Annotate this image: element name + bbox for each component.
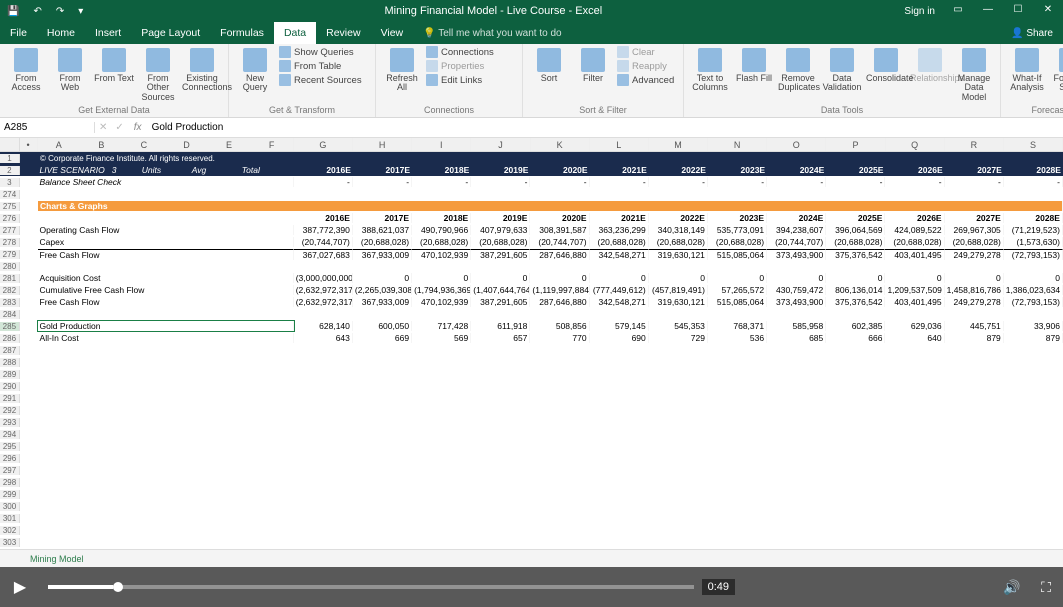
time-display: 0:49 [702,579,735,595]
group-label: Get External Data [6,105,222,117]
new-query-button[interactable]: New Query [235,46,275,93]
existing-conn-button[interactable]: Existing Connections [182,46,222,93]
properties-button[interactable]: Properties [426,60,516,72]
from-text-button[interactable]: From Text [94,46,134,83]
ribbon: From Access From Web From Text From Othe… [0,44,1063,118]
share-button[interactable]: 👤 Share [1001,28,1063,39]
tab-page-layout[interactable]: Page Layout [131,22,210,44]
minimize-icon[interactable]: — [973,0,1003,22]
group-connections: Refresh All Connections Properties Edit … [376,44,523,117]
group-data-tools: Text to Columns Flash Fill Remove Duplic… [684,44,1001,117]
enter-icon[interactable]: ✓ [111,122,127,133]
consolidate-button[interactable]: Consolidate [866,46,906,83]
name-box[interactable]: A285 [0,122,95,133]
recent-sources-button[interactable]: Recent Sources [279,74,369,86]
ribbon-opts-icon[interactable]: ▭ [943,0,973,22]
group-label: Connections [382,105,516,117]
whatif-button[interactable]: What-If Analysis [1007,46,1047,93]
formula-input[interactable]: Gold Production [148,122,228,133]
text-to-columns-button[interactable]: Text to Columns [690,46,730,93]
worksheet[interactable]: •ABCDEFGHIJKLMNOPQRS 1© Corporate Financ… [0,138,1063,548]
from-access-button[interactable]: From Access [6,46,46,93]
group-sort-filter: Sort Filter Clear Reapply Advanced Sort … [523,44,684,117]
maximize-icon[interactable]: ☐ [1003,0,1033,22]
filter-button[interactable]: Filter [573,46,613,83]
tab-review[interactable]: Review [316,22,370,44]
tab-formulas[interactable]: Formulas [210,22,274,44]
play-button[interactable]: ▶ [0,577,40,597]
signin-link[interactable]: Sign in [896,6,943,17]
group-label: Sort & Filter [529,105,677,117]
qat-more-icon[interactable]: ▾ [71,6,90,17]
relationships-button[interactable]: Relationships [910,46,950,83]
reapply-button[interactable]: Reapply [617,60,677,72]
undo-icon[interactable]: ↶ [26,6,48,17]
group-get-transform: New Query Show Queries From Table Recent… [229,44,376,117]
video-controls: ▶ 0:49 🔊 ⛶ [0,567,1063,607]
tab-file[interactable]: File [0,22,37,44]
from-other-button[interactable]: From Other Sources [138,46,178,102]
clear-button[interactable]: Clear [617,46,677,58]
save-icon[interactable]: 💾 [0,6,26,17]
data-validation-button[interactable]: Data Validation [822,46,862,93]
group-label: Forecast [1007,105,1063,117]
show-queries-button[interactable]: Show Queries [279,46,369,58]
cancel-icon[interactable]: ✕ [95,122,111,133]
from-web-button[interactable]: From Web [50,46,90,93]
group-forecast: What-If Analysis Forecast Sheet Forecast [1001,44,1063,117]
connections-button[interactable]: Connections [426,46,516,58]
progress-bar[interactable] [48,585,694,589]
from-table-button[interactable]: From Table [279,60,369,72]
titlebar: 💾 ↶ ↷ ▾ Mining Financial Model - Live Co… [0,0,1063,22]
sheet-tabs: Mining Model [0,549,1063,567]
flash-fill-button[interactable]: Flash Fill [734,46,774,83]
tab-view[interactable]: View [371,22,414,44]
redo-icon[interactable]: ↷ [49,6,71,17]
group-label: Get & Transform [235,105,369,117]
column-headers: •ABCDEFGHIJKLMNOPQRS [0,138,1063,152]
group-label: Data Tools [690,105,994,117]
remove-duplicates-button[interactable]: Remove Duplicates [778,46,818,93]
fx-icon[interactable]: fx [128,122,148,133]
tell-me-input[interactable]: 💡 Tell me what you want to do [413,28,571,39]
sheet-tab-mining-model[interactable]: Mining Model [30,554,84,564]
group-external-data: From Access From Web From Text From Othe… [0,44,229,117]
edit-links-button[interactable]: Edit Links [426,74,516,86]
formula-bar: A285 ✕ ✓ fx Gold Production [0,118,1063,138]
tab-home[interactable]: Home [37,22,85,44]
forecast-sheet-button[interactable]: Forecast Sheet [1051,46,1063,93]
volume-icon[interactable]: 🔊 [995,579,1029,596]
window-controls: Sign in ▭ — ☐ ✕ [896,0,1063,22]
ribbon-tabs: File Home Insert Page Layout Formulas Da… [0,22,1063,44]
fullscreen-icon[interactable]: ⛶ [1029,579,1063,596]
window-title: Mining Financial Model - Live Course - E… [90,5,896,17]
close-icon[interactable]: ✕ [1033,0,1063,22]
refresh-all-button[interactable]: Refresh All [382,46,422,93]
advanced-button[interactable]: Advanced [617,74,677,86]
sort-button[interactable]: Sort [529,46,569,83]
tab-insert[interactable]: Insert [85,22,131,44]
tab-data[interactable]: Data [274,22,316,44]
